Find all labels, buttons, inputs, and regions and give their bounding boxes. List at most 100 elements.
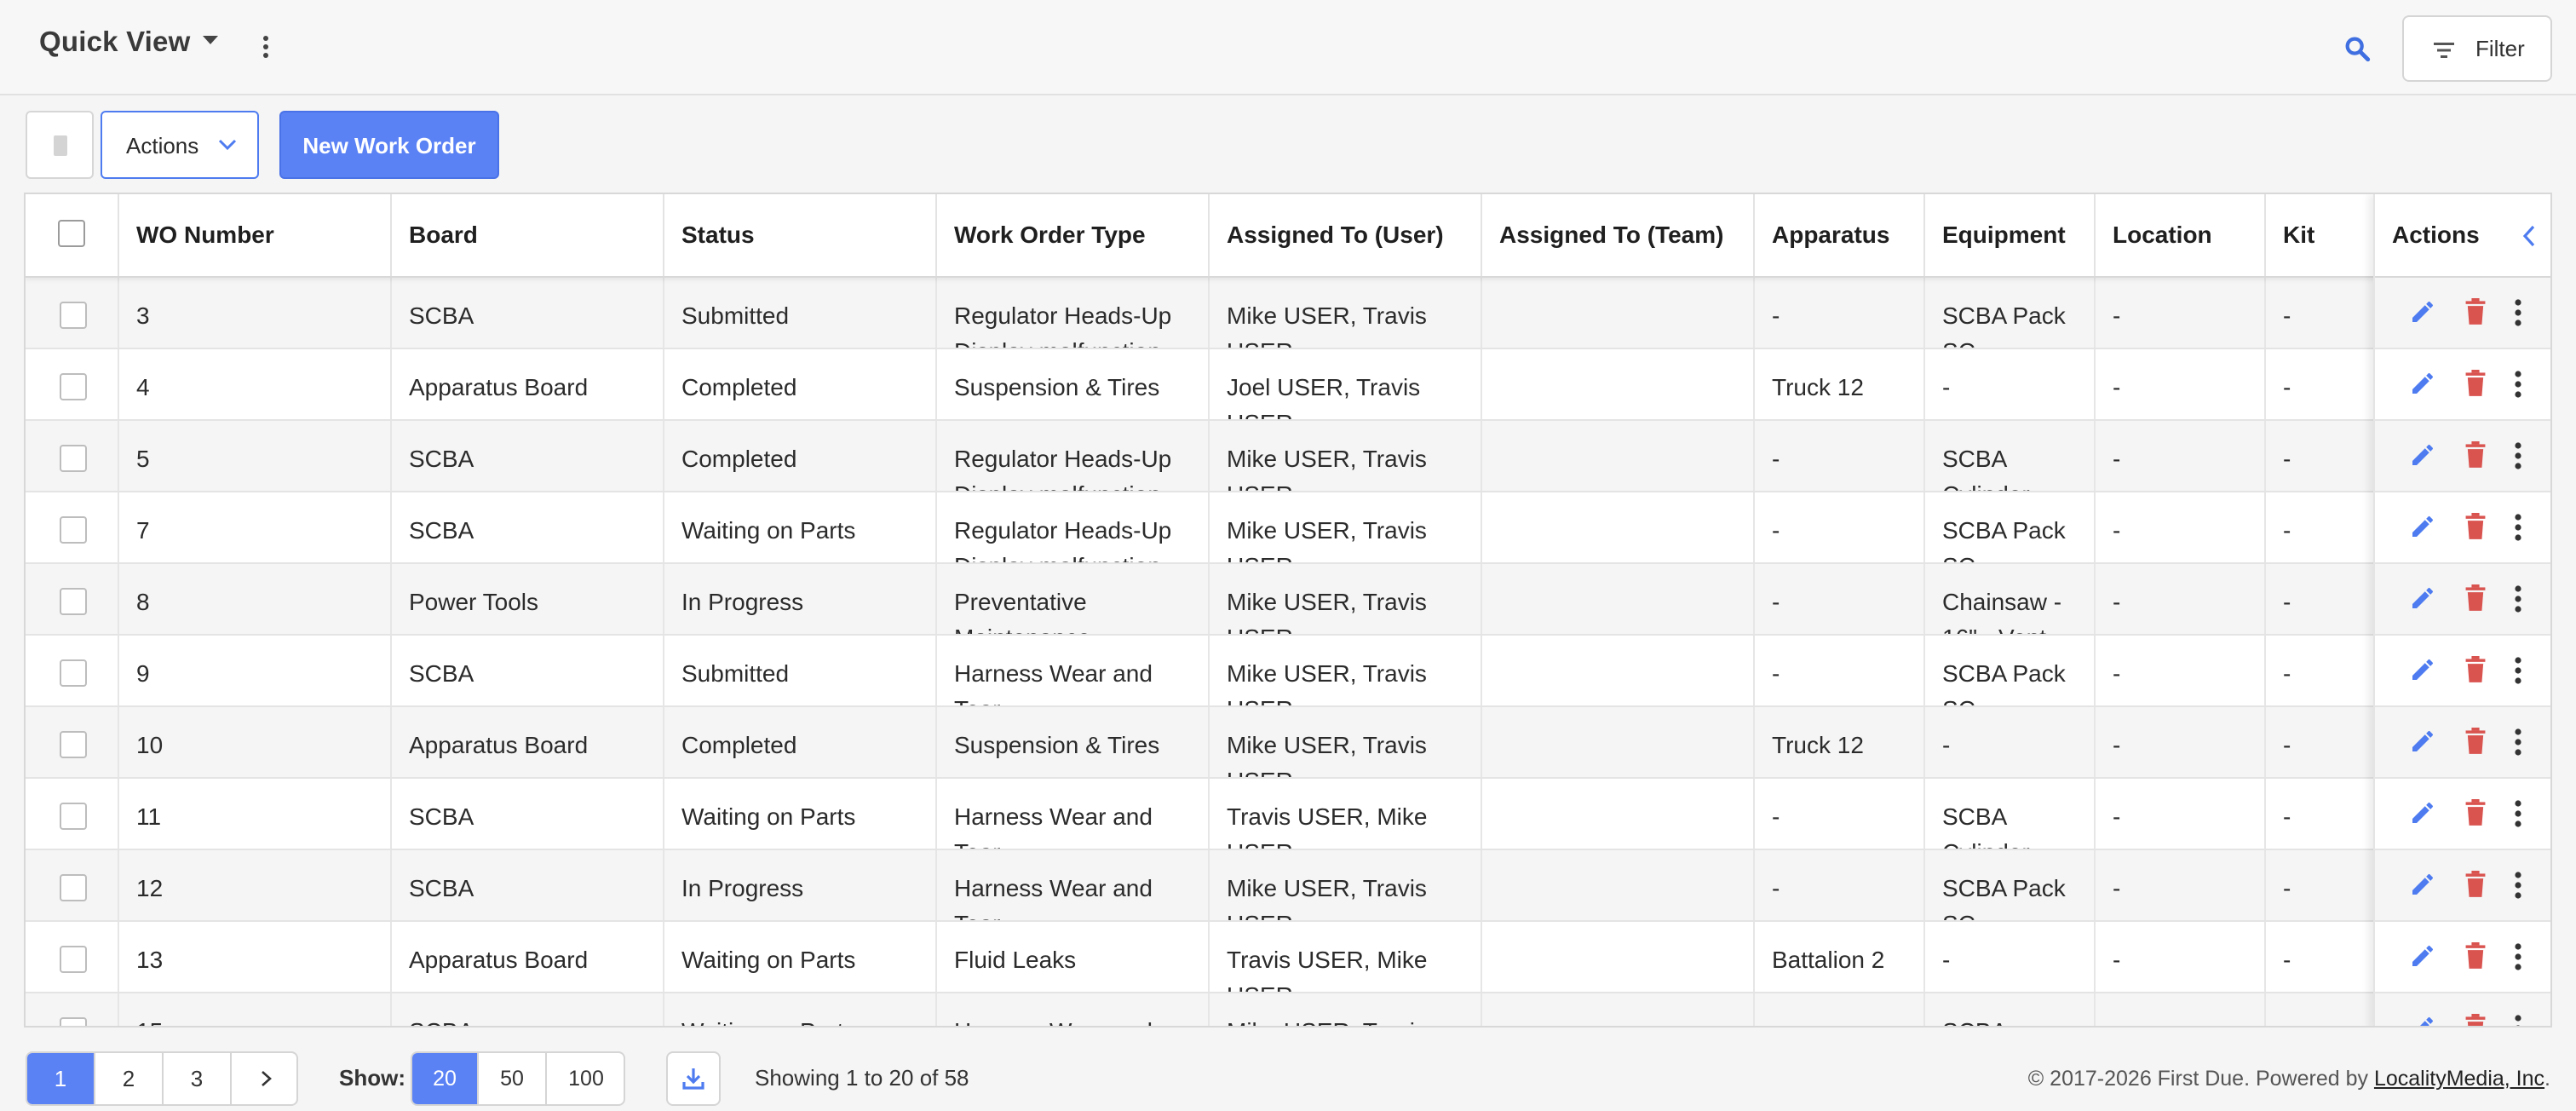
trash-icon[interactable] — [2464, 298, 2487, 325]
table-row[interactable]: 4 Apparatus Board Completed Suspension & Ti… — [26, 349, 2550, 421]
pencil-icon[interactable] — [2409, 799, 2436, 826]
trash-icon[interactable] — [2464, 799, 2487, 826]
page-button-3[interactable]: 3 — [164, 1053, 232, 1104]
column-header-apparatus[interactable]: Apparatus — [1755, 194, 1925, 276]
cell-work-order-type-text: Harness Wear and Tear — [954, 803, 1153, 849]
view-dropdown-caret-icon[interactable] — [203, 36, 218, 44]
table-row[interactable]: 8 Power Tools In Progress Preventative Main… — [26, 564, 2550, 636]
more-options-icon[interactable] — [2511, 441, 2525, 470]
more-options-icon[interactable] — [2511, 584, 2525, 613]
column-header-wo-number[interactable]: WO Number — [119, 194, 392, 276]
localitymedia-link[interactable]: LocalityMedia, Inc — [2374, 1067, 2544, 1091]
pencil-icon[interactable] — [2409, 298, 2436, 325]
row-checkbox[interactable] — [60, 946, 87, 973]
column-header-board[interactable]: Board — [392, 194, 664, 276]
more-options-icon[interactable] — [2511, 728, 2525, 757]
more-options-icon[interactable] — [2511, 298, 2525, 327]
page-button-1[interactable]: 1 — [27, 1053, 95, 1104]
actions-dropdown-button[interactable]: Actions — [101, 111, 259, 179]
cell-board: SCBA — [392, 850, 664, 920]
column-header-location[interactable]: Location — [2096, 194, 2266, 276]
row-checkbox[interactable] — [60, 803, 87, 830]
trash-icon[interactable] — [2464, 370, 2487, 397]
cell-assigned-team — [1482, 850, 1755, 920]
trash-icon[interactable] — [2464, 1014, 2487, 1028]
trash-icon[interactable] — [2464, 656, 2487, 683]
pencil-icon[interactable] — [2409, 370, 2436, 397]
more-options-icon[interactable] — [2511, 370, 2525, 399]
pencil-icon[interactable] — [2409, 584, 2436, 612]
bulk-delete-button[interactable] — [26, 111, 94, 179]
trash-icon[interactable] — [2464, 584, 2487, 612]
new-work-order-button[interactable]: New Work Order — [279, 111, 499, 179]
pencil-icon[interactable] — [2409, 871, 2436, 898]
pencil-icon[interactable] — [2409, 728, 2436, 755]
view-title[interactable]: Quick View — [39, 26, 190, 58]
table-row[interactable]: 15 SCBA Waiting on Parts Harness Wear and T… — [26, 993, 2550, 1026]
trash-icon[interactable] — [2464, 728, 2487, 755]
trash-icon[interactable] — [2464, 942, 2487, 970]
column-header-work-order-type[interactable]: Work Order Type — [937, 194, 1210, 276]
page-size-20[interactable]: 20 — [412, 1053, 479, 1104]
table-row[interactable]: 5 SCBA Completed Regulator Heads-Up Display… — [26, 421, 2550, 492]
pencil-icon[interactable] — [2409, 656, 2436, 683]
download-button[interactable] — [666, 1051, 721, 1106]
select-all-checkbox[interactable] — [58, 220, 85, 247]
cell-apparatus: - — [1755, 421, 1925, 491]
page-size-100[interactable]: 100 — [547, 1053, 624, 1104]
column-header-assigned-user[interactable]: Assigned To (User) — [1210, 194, 1482, 276]
row-checkbox[interactable] — [60, 659, 87, 687]
cell-work-order-type-text: Harness Wear and Tear — [954, 875, 1153, 920]
filter-icon — [2434, 43, 2454, 58]
more-options-icon[interactable] — [2511, 942, 2525, 971]
row-checkbox[interactable] — [60, 731, 87, 758]
more-options-icon[interactable] — [2511, 871, 2525, 900]
cell-status: Waiting on Parts — [664, 993, 937, 1026]
more-options-icon[interactable] — [2511, 656, 2525, 685]
cell-board: Apparatus Board — [392, 349, 664, 419]
pencil-icon[interactable] — [2409, 513, 2436, 540]
cell-status: Completed — [664, 349, 937, 419]
trash-icon[interactable] — [2464, 441, 2487, 469]
chevron-left-icon[interactable] — [2520, 223, 2539, 249]
cell-work-order-type: Suspension & Tires — [937, 707, 1210, 777]
row-checkbox[interactable] — [60, 588, 87, 615]
cell-wo-number: 13 — [119, 922, 392, 992]
cell-board-text: SCBA — [409, 302, 474, 329]
cell-apparatus-text: Truck 12 — [1772, 374, 1864, 400]
pencil-icon[interactable] — [2409, 1014, 2436, 1028]
row-checkbox[interactable] — [60, 302, 87, 329]
page-size-50[interactable]: 50 — [479, 1053, 547, 1104]
row-checkbox[interactable] — [60, 516, 87, 544]
table-row[interactable]: 7 SCBA Waiting on Parts Regulator Heads-Up … — [26, 492, 2550, 564]
trash-icon[interactable] — [2464, 513, 2487, 540]
row-checkbox[interactable] — [60, 373, 87, 400]
cell-status-text: Submitted — [681, 660, 790, 687]
pencil-icon[interactable] — [2409, 441, 2436, 469]
pencil-icon[interactable] — [2409, 942, 2436, 970]
trash-icon[interactable] — [2464, 871, 2487, 898]
more-options-icon[interactable] — [2511, 1014, 2525, 1028]
filter-button[interactable]: Filter — [2402, 15, 2552, 82]
row-checkbox[interactable] — [60, 445, 87, 472]
row-checkbox[interactable] — [60, 1017, 87, 1026]
table-row[interactable]: 10 Apparatus Board Completed Suspension & T… — [26, 707, 2550, 779]
view-kebab-menu-icon[interactable] — [257, 34, 274, 60]
table-row[interactable]: 11 SCBA Waiting on Parts Harness Wear and T… — [26, 779, 2550, 850]
row-checkbox[interactable] — [60, 874, 87, 901]
page-button-2[interactable]: 2 — [95, 1053, 164, 1104]
more-options-icon[interactable] — [2511, 513, 2525, 542]
cell-status-text: Completed — [681, 446, 797, 472]
table-row[interactable]: 12 SCBA In Progress Harness Wear and Tear Mi… — [26, 850, 2550, 922]
cell-location: - — [2096, 421, 2266, 491]
cell-work-order-type-text: Harness Wear and Tear — [954, 1014, 1201, 1026]
column-header-status[interactable]: Status — [664, 194, 937, 276]
column-header-equipment[interactable]: Equipment — [1925, 194, 2096, 276]
search-icon[interactable] — [2343, 34, 2372, 63]
more-options-icon[interactable] — [2511, 799, 2525, 828]
next-page-button[interactable] — [232, 1053, 296, 1104]
table-row[interactable]: 13 Apparatus Board Waiting on Parts Fluid L… — [26, 922, 2550, 993]
table-row[interactable]: 3 SCBA Submitted Regulator Heads-Up Display… — [26, 278, 2550, 349]
table-row[interactable]: 9 SCBA Submitted Harness Wear and Tear Mike … — [26, 636, 2550, 707]
column-header-assigned-team[interactable]: Assigned To (Team) — [1482, 194, 1755, 276]
